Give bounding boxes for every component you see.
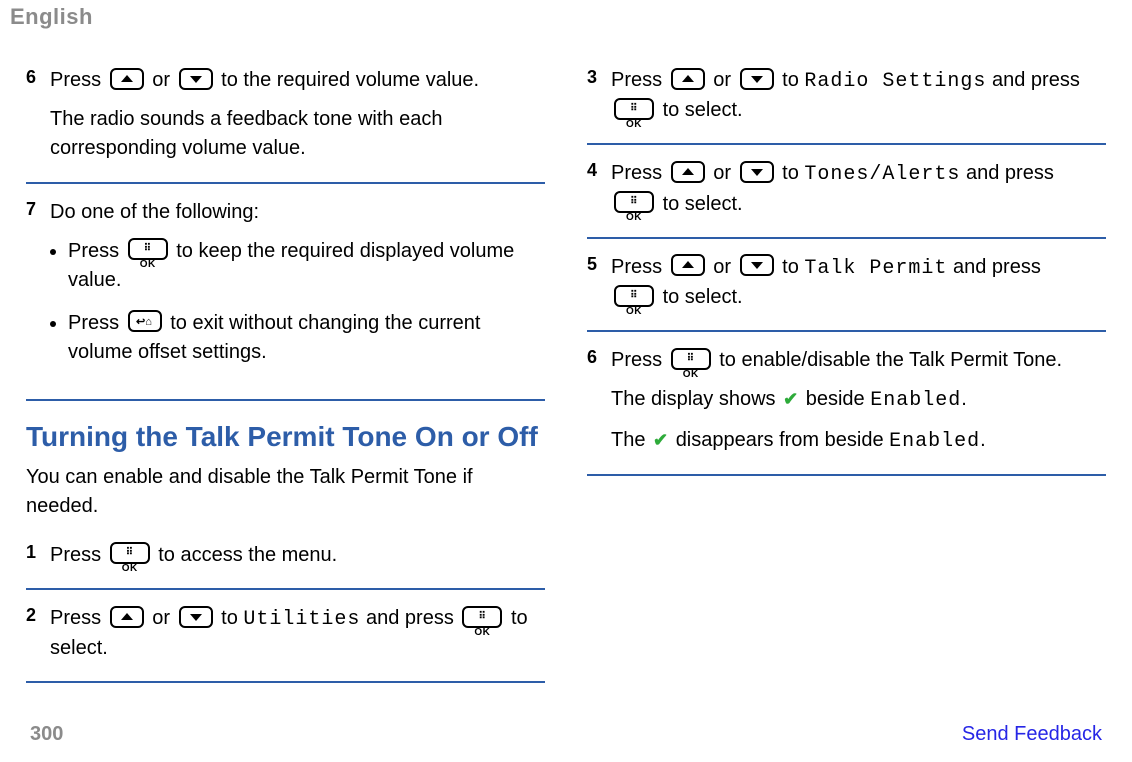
page-footer: 300 Send Feedback — [0, 723, 1132, 746]
step-text: Press or to the required volume value. — [50, 66, 545, 95]
menu-name: Utilities — [243, 608, 360, 631]
down-arrow-icon — [740, 68, 774, 90]
down-arrow-icon — [179, 606, 213, 628]
ok-button-icon: ⠿ OK — [614, 191, 654, 213]
step-number: 4 — [587, 159, 611, 182]
down-arrow-icon — [740, 161, 774, 183]
step-intro: Do one of the following: — [50, 198, 545, 227]
language-label: English — [10, 4, 93, 29]
step-body: Do one of the following: Press ⠿ OK to k… — [50, 198, 545, 381]
up-arrow-icon — [671, 254, 705, 276]
menu-name: Enabled — [870, 389, 961, 412]
ok-button-icon: ⠿ OK — [110, 542, 150, 564]
step-text: Press or to Radio Settings and press ⠿ O… — [611, 66, 1106, 125]
check-icon: ✔ — [653, 427, 668, 453]
ok-button-icon: ⠿ OK — [614, 285, 654, 307]
substep-3: 3 Press or to Radio Settings and press ⠿… — [587, 58, 1106, 139]
ok-button-icon: ⠿ OK — [614, 98, 654, 120]
step-separator — [26, 588, 545, 590]
page-language-header: English — [0, 0, 1132, 30]
step-body: Press or to Utilities and press ⠿ OK to … — [50, 604, 545, 663]
section-heading: Turning the Talk Permit Tone On or Off — [26, 421, 545, 453]
step-text: The radio sounds a feedback tone with ea… — [50, 105, 545, 163]
menu-name: Talk Permit — [804, 257, 947, 280]
ok-button-icon: ⠿ OK — [462, 606, 502, 628]
up-arrow-icon — [671, 68, 705, 90]
ok-button-icon: ⠿ OK — [671, 348, 711, 370]
step-number: 7 — [26, 198, 50, 221]
menu-name: Radio Settings — [804, 70, 986, 93]
step-body: Press or to Radio Settings and press ⠿ O… — [611, 66, 1106, 125]
content-columns: 6 Press or to the required volume value.… — [0, 30, 1132, 689]
list-item: Press ⠿ OK to keep the required displaye… — [68, 237, 545, 295]
check-icon: ✔ — [783, 386, 798, 412]
ok-button-icon: ⠿ OK — [128, 238, 168, 260]
step-number: 6 — [587, 346, 611, 369]
up-arrow-icon — [671, 161, 705, 183]
step-text: Press ⠿ OK to access the menu. — [50, 541, 545, 570]
page-number: 300 — [30, 723, 63, 746]
step-text: The ✔ disappears from beside Enabled. — [611, 426, 1106, 456]
down-arrow-icon — [179, 68, 213, 90]
substep-1: 1 Press ⠿ OK to access the menu. — [26, 533, 545, 584]
step-body: Press or to Tones/Alerts and press ⠿ OK … — [611, 159, 1106, 218]
step-separator — [587, 474, 1106, 476]
step-separator — [587, 237, 1106, 239]
step-separator — [26, 182, 545, 184]
step-text: Press or to Utilities and press ⠿ OK to … — [50, 604, 545, 663]
left-column: 6 Press or to the required volume value.… — [26, 58, 545, 689]
up-arrow-icon — [110, 606, 144, 628]
step-number: 5 — [587, 253, 611, 276]
substep-6: 6 Press ⠿ OK to enable/disable the Talk … — [587, 338, 1106, 470]
step-text: Press or to Talk Permit and press ⠿ OK t… — [611, 253, 1106, 312]
substep-4: 4 Press or to Tones/Alerts and press ⠿ O… — [587, 151, 1106, 232]
step-number: 6 — [26, 66, 50, 89]
step-separator — [587, 330, 1106, 332]
step-6: 6 Press or to the required volume value.… — [26, 58, 545, 178]
step-body: Press or to the required volume value. T… — [50, 66, 545, 164]
down-arrow-icon — [740, 254, 774, 276]
back-home-icon: ↩⌂ — [128, 310, 162, 332]
menu-name: Enabled — [889, 430, 980, 453]
step-7: 7 Do one of the following: Press ⠿ OK to… — [26, 190, 545, 395]
substep-5: 5 Press or to Talk Permit and press ⠿ OK… — [587, 245, 1106, 326]
step-text: Press ⠿ OK to enable/disable the Talk Pe… — [611, 346, 1106, 375]
section-intro: You can enable and disable the Talk Perm… — [26, 463, 545, 521]
step-separator — [26, 681, 545, 683]
list-item: Press ↩⌂ to exit without changing the cu… — [68, 309, 545, 367]
up-arrow-icon — [110, 68, 144, 90]
step-body: Press or to Talk Permit and press ⠿ OK t… — [611, 253, 1106, 312]
step-text: The display shows ✔ beside Enabled. — [611, 385, 1106, 415]
step-text: Press or to Tones/Alerts and press ⠿ OK … — [611, 159, 1106, 218]
step-separator — [587, 143, 1106, 145]
step-number: 1 — [26, 541, 50, 564]
step-number: 3 — [587, 66, 611, 89]
substep-2: 2 Press or to Utilities and press ⠿ OK t… — [26, 596, 545, 677]
step-body: Press ⠿ OK to enable/disable the Talk Pe… — [611, 346, 1106, 456]
send-feedback-link[interactable]: Send Feedback — [962, 723, 1102, 746]
step-separator — [26, 399, 545, 401]
right-column: 3 Press or to Radio Settings and press ⠿… — [587, 58, 1106, 689]
svg-text:↩⌂: ↩⌂ — [136, 316, 152, 328]
step-body: Press ⠿ OK to access the menu. — [50, 541, 545, 570]
menu-name: Tones/Alerts — [804, 163, 960, 186]
step-number: 2 — [26, 604, 50, 627]
bullet-list: Press ⠿ OK to keep the required displaye… — [50, 237, 545, 367]
